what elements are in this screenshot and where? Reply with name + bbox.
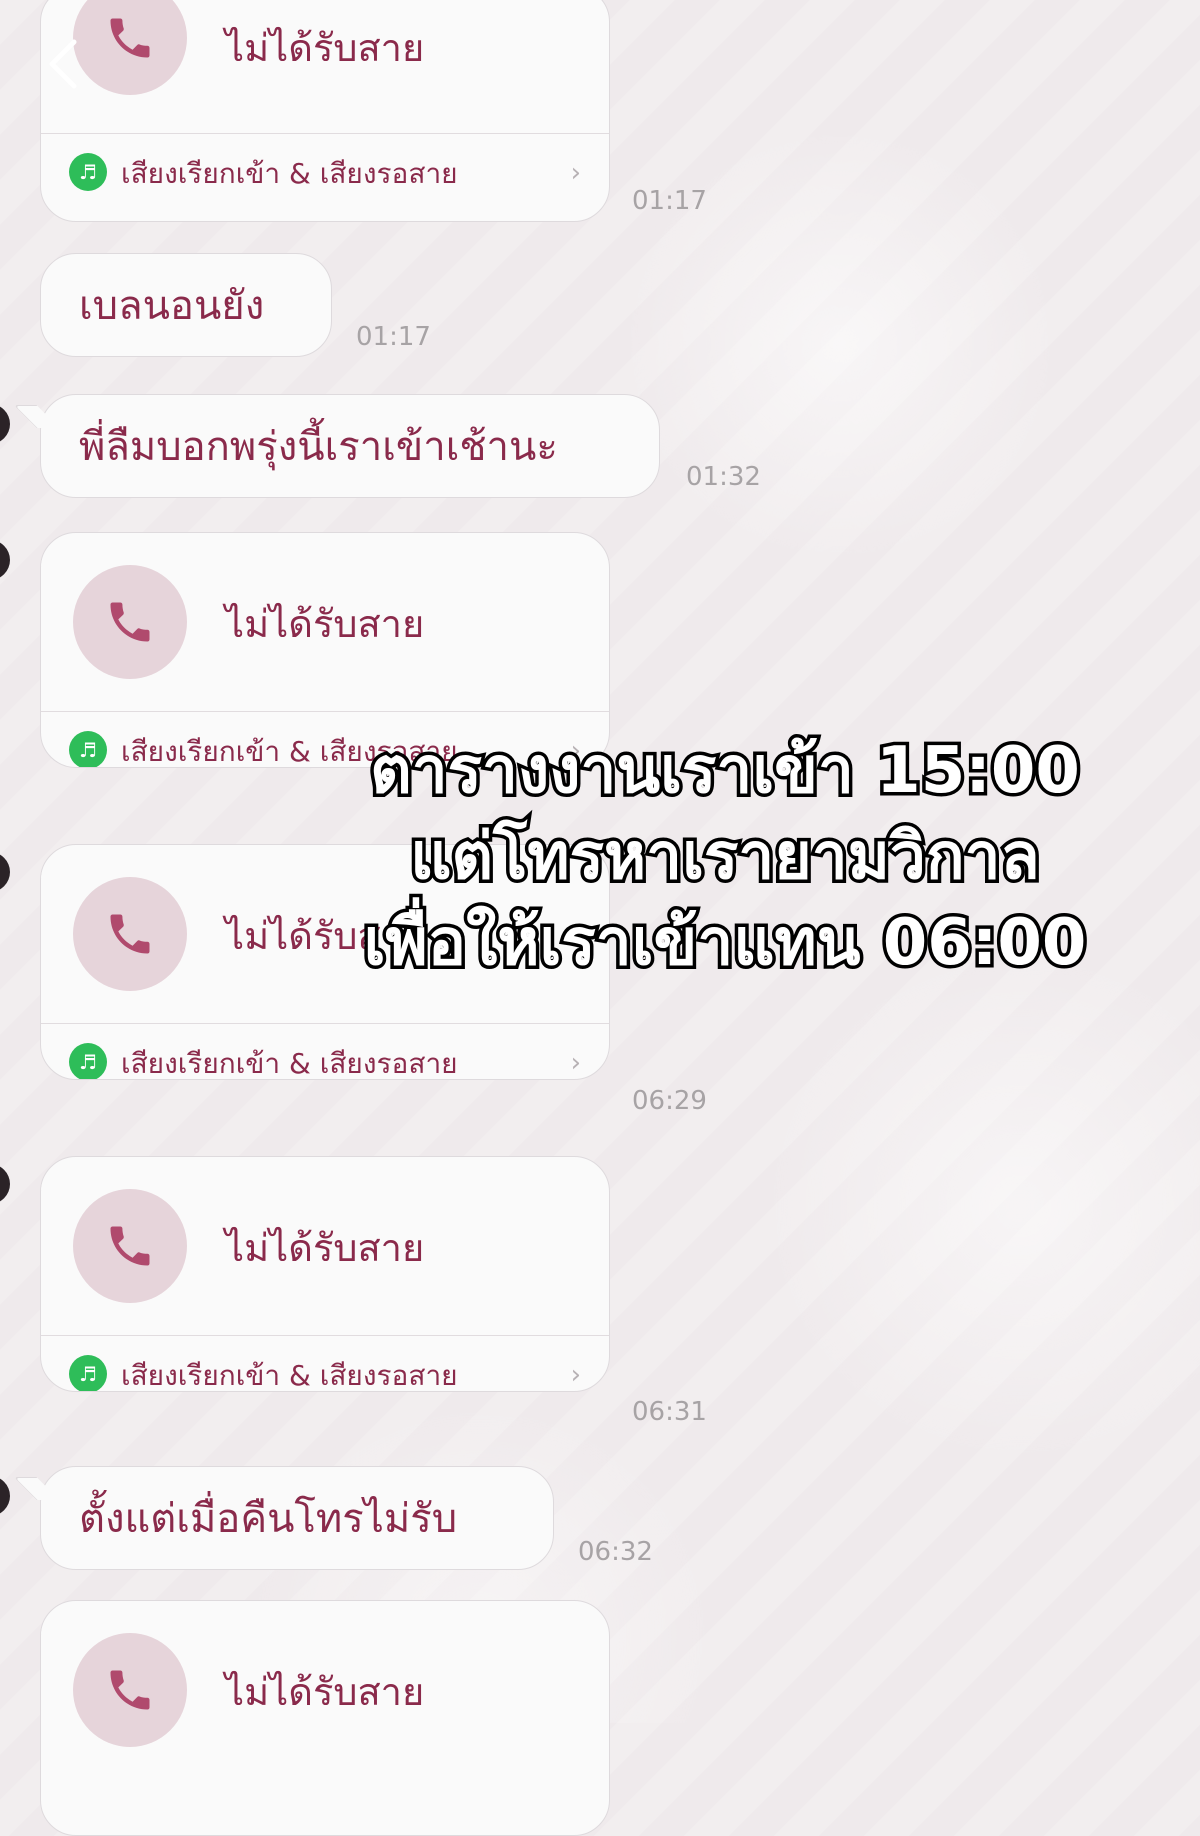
message-text: ตั้งแต่เมื่อคืนโทรไม่รับ: [79, 1496, 458, 1542]
caption-line: แต่โทรหาเรายามวิกาล: [407, 817, 1044, 898]
sender-avatar[interactable]: [0, 852, 10, 892]
music-note-icon: ♬: [69, 1043, 107, 1079]
message-time: 01:17: [632, 186, 707, 216]
chevron-right-icon: ›: [570, 1048, 581, 1078]
missed-call-bubble[interactable]: ไม่ได้รับสาย ♬ เสียงเรียกเข้า & เสียงรอส…: [40, 1156, 610, 1392]
message-time: 06:32: [578, 1537, 653, 1567]
phone-icon: [110, 1670, 150, 1710]
missed-call-label: ไม่ได้รับสาย: [225, 602, 425, 646]
missed-call-row[interactable]: ไม่ได้รับสาย: [41, 1601, 609, 1747]
message-time: 06:29: [632, 1086, 707, 1116]
phone-icon: [110, 602, 150, 642]
ringback-label: เสียงเรียกเข้า & เสียงรอสาย: [121, 157, 458, 190]
chevron-right-icon: ›: [570, 1360, 581, 1390]
overlay-caption: ตารางงานเราเข้า 15:00 แต่โทรหาเรายามวิกา…: [310, 728, 1140, 986]
missed-call-row[interactable]: ไม่ได้รับสาย: [41, 533, 609, 679]
phone-icon-circle: [73, 1189, 187, 1303]
missed-call-label: ไม่ได้รับสาย: [225, 1670, 425, 1714]
ringback-link[interactable]: ♬ เสียงเรียกเข้า & เสียงรอสาย ›: [41, 1336, 609, 1391]
missed-call-label: ไม่ได้รับสาย: [225, 1226, 425, 1270]
missed-call-bubble[interactable]: ไม่ได้รับสาย ♬ เสียงเรียกเข้า & เสียงรอส…: [40, 0, 610, 222]
phone-icon-circle: [73, 0, 187, 95]
music-note-icon: ♬: [69, 153, 107, 191]
sender-avatar[interactable]: [0, 1164, 10, 1204]
ringback-link[interactable]: ♬ เสียงเรียกเข้า & เสียงรอสาย ›: [41, 1024, 609, 1079]
music-note-icon: ♬: [69, 731, 107, 767]
missed-call-label: ไม่ได้รับสาย: [225, 26, 425, 70]
phone-icon-circle: [73, 565, 187, 679]
missed-call-row[interactable]: ไม่ได้รับสาย: [41, 1157, 609, 1303]
phone-icon-circle: [73, 1633, 187, 1747]
sender-avatar[interactable]: [0, 1476, 10, 1516]
message-time: 06:31: [632, 1397, 707, 1427]
sender-avatar[interactable]: [0, 404, 10, 444]
sender-avatar[interactable]: [0, 540, 10, 580]
message-text: พี่ลืมบอกพรุ่งนี้เราเข้าเช้านะ: [79, 424, 558, 470]
missed-call-bubble[interactable]: ไม่ได้รับสาย: [40, 1600, 610, 1836]
phone-icon: [110, 18, 150, 58]
text-message-bubble[interactable]: พี่ลืมบอกพรุ่งนี้เราเข้าเช้านะ: [40, 394, 660, 498]
phone-icon: [110, 914, 150, 954]
ringback-label: เสียงเรียกเข้า & เสียงรอสาย: [121, 1047, 458, 1080]
missed-call-row[interactable]: ไม่ได้รับสาย: [41, 0, 609, 133]
message-time: 01:32: [686, 462, 761, 492]
music-note-icon: ♬: [69, 1355, 107, 1391]
phone-icon-circle: [73, 877, 187, 991]
text-message-bubble[interactable]: ตั้งแต่เมื่อคืนโทรไม่รับ: [40, 1466, 554, 1570]
message-text: เบลนอนยัง: [79, 283, 265, 329]
text-message-bubble[interactable]: เบลนอนยัง: [40, 253, 332, 357]
ringback-link[interactable]: ♬ เสียงเรียกเข้า & เสียงรอสาย ›: [41, 134, 609, 221]
phone-icon: [110, 1226, 150, 1266]
message-time: 01:17: [356, 322, 431, 352]
back-button[interactable]: [44, 36, 84, 92]
chevron-right-icon: ›: [570, 158, 581, 188]
chevron-left-icon: [49, 39, 77, 89]
ringback-label: เสียงเรียกเข้า & เสียงรอสาย: [121, 1359, 458, 1392]
caption-line: ตารางงานเราเข้า 15:00: [367, 731, 1084, 812]
caption-line: เพื่อให้เราเข้าแทน 06:00: [360, 903, 1090, 984]
